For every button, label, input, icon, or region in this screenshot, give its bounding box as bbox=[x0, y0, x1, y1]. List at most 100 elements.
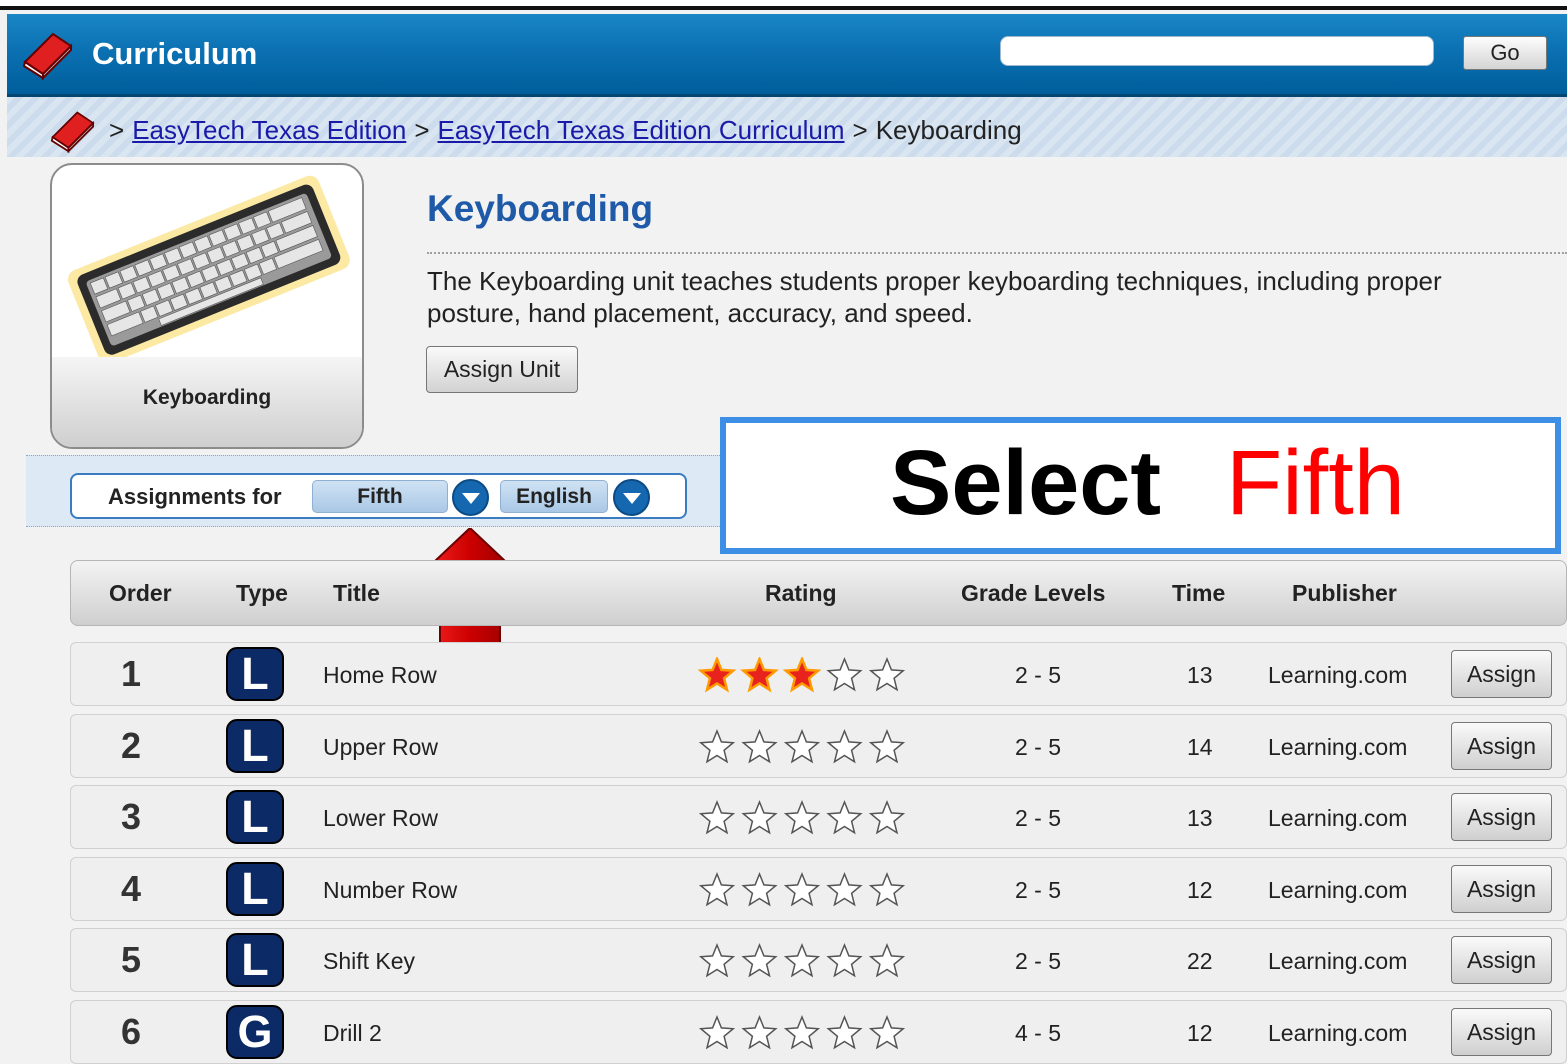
callout-word-fifth: Fifth bbox=[1226, 432, 1405, 534]
rating-star-icon[interactable] bbox=[868, 728, 906, 764]
search-input[interactable] bbox=[1000, 36, 1434, 66]
rating-star-icon[interactable] bbox=[868, 942, 906, 978]
unit-description: The Keyboarding unit teaches students pr… bbox=[427, 265, 1567, 331]
row-publisher: Learning.com bbox=[1268, 877, 1408, 903]
lesson-type-icon: L bbox=[226, 790, 284, 844]
assign-button[interactable]: Assign bbox=[1451, 865, 1552, 913]
rating-star-icon[interactable] bbox=[868, 656, 906, 692]
rating-star-icon[interactable] bbox=[741, 942, 778, 978]
rating-star-icon[interactable] bbox=[783, 799, 821, 835]
row-rating bbox=[697, 799, 907, 843]
row-time: 12 bbox=[1187, 1020, 1213, 1046]
rating-star-icon[interactable] bbox=[783, 728, 821, 764]
breadcrumb-link-curriculum[interactable]: EasyTech Texas Edition Curriculum bbox=[438, 115, 845, 145]
assign-button[interactable]: Assign bbox=[1451, 722, 1552, 770]
row-title[interactable]: Home Row bbox=[323, 662, 437, 689]
unit-title: Keyboarding bbox=[427, 188, 654, 229]
rating-star-icon[interactable] bbox=[740, 655, 779, 693]
col-rating[interactable]: Rating bbox=[765, 580, 837, 607]
rating-star-icon[interactable] bbox=[698, 1014, 736, 1050]
col-type[interactable]: Type bbox=[236, 580, 288, 607]
rating-star-icon[interactable] bbox=[741, 871, 778, 907]
row-publisher: Learning.com bbox=[1268, 662, 1408, 688]
row-title[interactable]: Lower Row bbox=[323, 805, 438, 832]
row-grade-levels: 2 - 5 bbox=[1015, 805, 1062, 831]
description-line: The Keyboarding unit teaches students pr… bbox=[427, 266, 1442, 296]
grade-select[interactable]: Fifth bbox=[312, 480, 448, 513]
rating-star-icon[interactable] bbox=[698, 871, 736, 907]
col-grade-levels[interactable]: Grade Levels bbox=[961, 580, 1105, 607]
row-rating bbox=[697, 871, 907, 915]
rating-star-icon[interactable] bbox=[868, 871, 906, 907]
rating-star-icon[interactable] bbox=[698, 799, 736, 835]
unit-tile-caption: Keyboarding bbox=[52, 357, 362, 447]
instruction-callout: Select Fifth bbox=[720, 417, 1561, 554]
book-icon[interactable] bbox=[47, 109, 97, 158]
rating-star-icon[interactable] bbox=[783, 942, 821, 978]
language-select[interactable]: English bbox=[500, 480, 608, 513]
rating-star-icon[interactable] bbox=[741, 1014, 778, 1050]
row-publisher: Learning.com bbox=[1268, 734, 1408, 760]
callout-word-select: Select bbox=[890, 432, 1162, 534]
lesson-type-icon: L bbox=[226, 647, 284, 701]
col-title[interactable]: Title bbox=[333, 580, 380, 607]
rating-star-icon[interactable] bbox=[698, 728, 736, 764]
assign-button[interactable]: Assign bbox=[1451, 793, 1552, 841]
row-time: 13 bbox=[1187, 805, 1213, 831]
table-row: 4 L Number Row 2 - 5 12 Learning.com Assign bbox=[70, 857, 1567, 921]
col-publisher[interactable]: Publisher bbox=[1292, 580, 1397, 607]
chevron-down-icon[interactable] bbox=[452, 479, 489, 516]
row-title[interactable]: Drill 2 bbox=[323, 1020, 382, 1047]
rating-star-icon[interactable] bbox=[868, 1014, 906, 1050]
assign-button[interactable]: Assign bbox=[1451, 1008, 1552, 1056]
assign-button[interactable]: Assign bbox=[1451, 936, 1552, 984]
row-grade-levels: 4 - 5 bbox=[1015, 1020, 1062, 1046]
rating-star-icon[interactable] bbox=[826, 728, 863, 764]
rating-star-icon[interactable] bbox=[826, 1014, 863, 1050]
row-publisher: Learning.com bbox=[1268, 1020, 1408, 1046]
table-row: 5 L Shift Key 2 - 5 22 Learning.com Assign bbox=[70, 928, 1567, 992]
go-button[interactable]: Go bbox=[1463, 36, 1547, 70]
top-border bbox=[0, 0, 1567, 10]
row-time: 13 bbox=[1187, 662, 1213, 688]
rating-star-icon[interactable] bbox=[782, 655, 822, 693]
table-row: 3 L Lower Row 2 - 5 13 Learning.com Assign bbox=[70, 785, 1567, 849]
row-time: 14 bbox=[1187, 734, 1213, 760]
divider bbox=[427, 252, 1567, 254]
row-order: 2 bbox=[121, 725, 142, 766]
rating-star-icon[interactable] bbox=[826, 942, 863, 978]
row-time: 12 bbox=[1187, 877, 1213, 903]
lesson-type-icon: L bbox=[226, 862, 284, 916]
row-title[interactable]: Number Row bbox=[323, 877, 457, 904]
rating-star-icon[interactable] bbox=[868, 799, 906, 835]
chevron-down-icon[interactable] bbox=[613, 479, 650, 516]
assign-button[interactable]: Assign bbox=[1451, 650, 1552, 698]
row-title[interactable]: Shift Key bbox=[323, 948, 415, 975]
rating-star-icon[interactable] bbox=[741, 799, 778, 835]
book-icon bbox=[19, 30, 75, 85]
row-grade-levels: 2 - 5 bbox=[1015, 662, 1062, 688]
lesson-type-icon: L bbox=[226, 719, 284, 773]
rating-star-icon[interactable] bbox=[697, 655, 737, 693]
assignments-filter: Assignments for Fifth English bbox=[70, 473, 687, 519]
row-title[interactable]: Upper Row bbox=[323, 734, 438, 761]
assign-unit-button[interactable]: Assign Unit bbox=[426, 346, 578, 393]
rating-star-icon[interactable] bbox=[826, 656, 863, 692]
rating-star-icon[interactable] bbox=[783, 871, 821, 907]
rating-star-icon[interactable] bbox=[826, 799, 863, 835]
col-time[interactable]: Time bbox=[1172, 580, 1225, 607]
rating-star-icon[interactable] bbox=[698, 942, 736, 978]
row-order: 1 bbox=[121, 653, 142, 694]
breadcrumb-link-edition[interactable]: EasyTech Texas Edition bbox=[132, 115, 406, 145]
rating-star-icon[interactable] bbox=[741, 728, 778, 764]
row-time: 22 bbox=[1187, 948, 1213, 974]
rating-star-icon[interactable] bbox=[826, 871, 863, 907]
unit-tile: Keyboarding bbox=[50, 163, 364, 449]
row-order: 4 bbox=[121, 868, 142, 909]
row-rating bbox=[697, 655, 907, 700]
table-row: 6 G Drill 2 4 - 5 12 Learning.com Assign bbox=[70, 1000, 1567, 1064]
col-order[interactable]: Order bbox=[109, 580, 172, 607]
rating-star-icon[interactable] bbox=[783, 1014, 821, 1050]
breadcrumb: > EasyTech Texas Edition > EasyTech Texas E… bbox=[7, 97, 1567, 157]
row-grade-levels: 2 - 5 bbox=[1015, 877, 1062, 903]
